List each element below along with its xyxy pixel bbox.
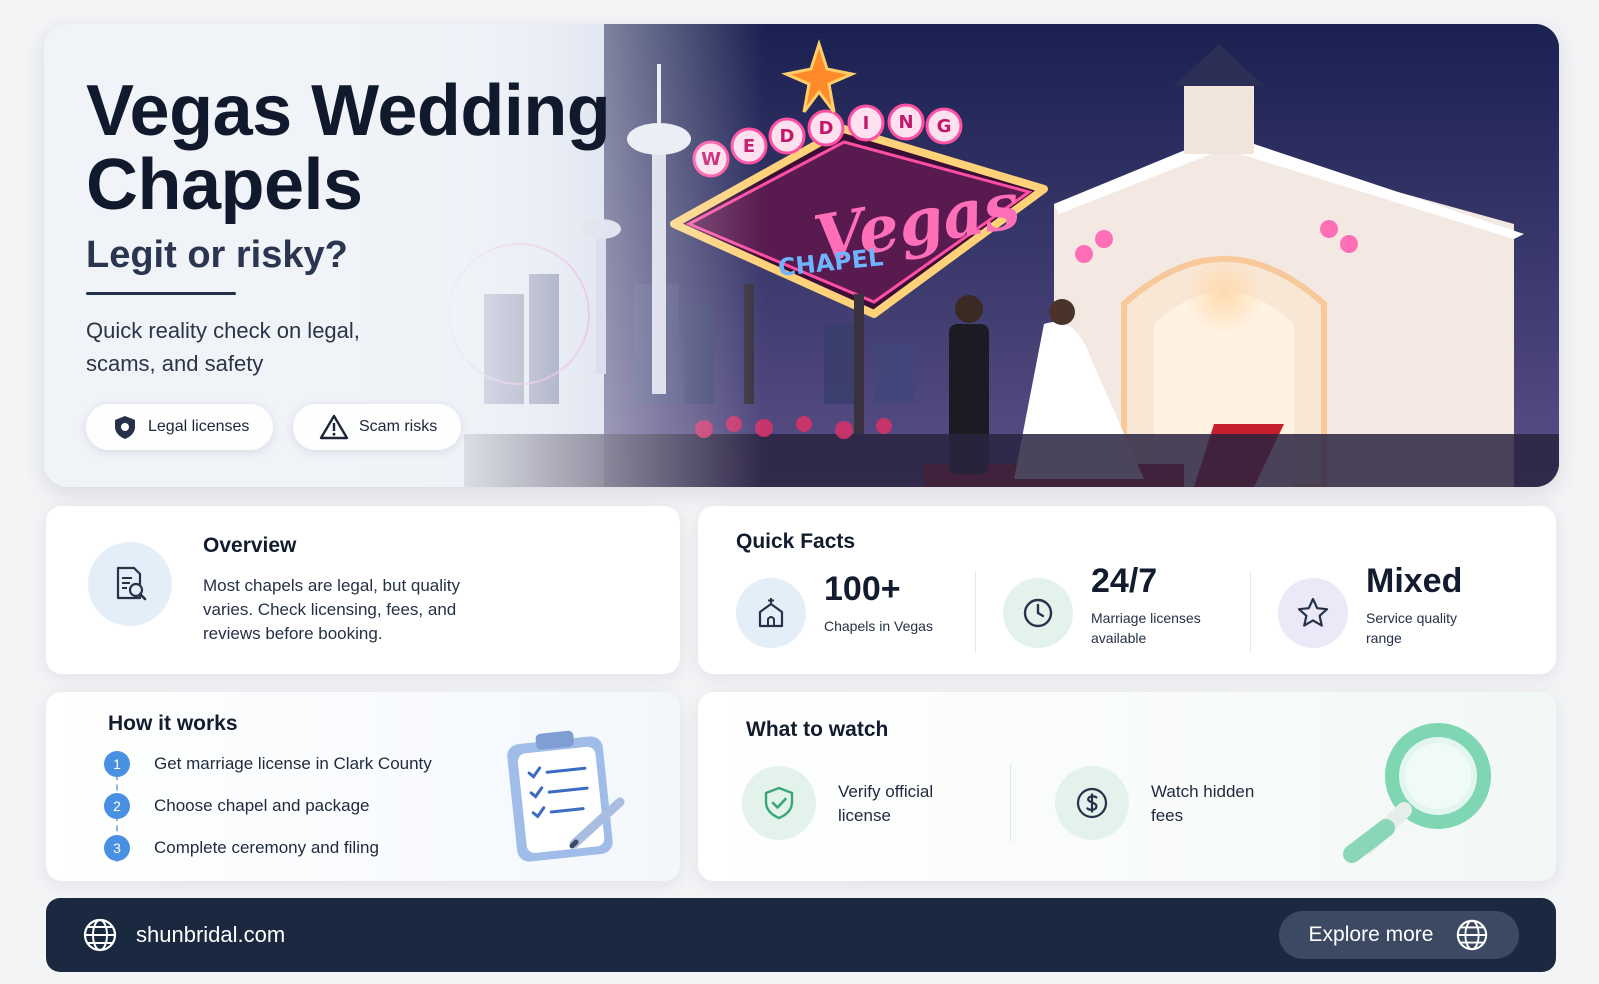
fact-label: Service quality range [1366,610,1458,646]
watch-text: Watch hidden fees [1151,782,1255,825]
step-text: Choose chapel and package [154,796,370,815]
fact-icon-badge [1278,578,1348,648]
dollar-icon [1076,787,1108,819]
fact-value: Mixed [1366,562,1463,600]
watch-icon-badge [1055,766,1129,840]
magnifier-icon [1343,723,1491,863]
watch-item-fees: Watch hidden fees [1055,766,1315,840]
clock-icon [1023,598,1053,628]
watch-text: Verify official license [838,782,934,825]
step-text: Complete ceremony and filing [154,838,379,857]
warning-icon [319,414,349,440]
what-to-watch-card: What to watch Verify official license Wa… [698,692,1556,881]
watch-item-license: Verify official license [742,766,1002,840]
fact-quality: Mixed Service quality range [1278,562,1518,650]
clipboard-checklist-icon [507,730,625,862]
scam-risks-pill[interactable]: Scam risks [293,404,462,450]
svg-text:I: I [863,113,870,134]
fact-label: Chapels in Vegas [824,618,933,634]
globe-icon [1457,919,1488,951]
shield-icon [115,416,135,439]
step-text: Get marriage license in Clark County [154,754,432,773]
hero-banner: Vegas CHAPEL WEDD ING [44,24,1559,487]
step-number: 1 [104,751,130,777]
step-number: 3 [104,835,130,861]
legal-licenses-pill[interactable]: Legal licenses [86,404,274,450]
fact-value: 24/7 [1091,562,1158,600]
watch-icon-badge [742,766,816,840]
quick-facts-card: Quick Facts 100+ Chapels in Vegas 24/7 M… [698,506,1556,674]
page-title: Vegas Wedding Chapels [86,71,611,225]
step-number: 2 [104,793,130,819]
footer-site[interactable]: shunbridal.com [82,898,285,972]
step-item: 1 Get marriage license in Clark County [104,750,432,778]
subtitle-underline [86,292,236,295]
explore-more-button[interactable]: Explore more [1279,911,1519,959]
pill-label: Scam risks [359,418,438,435]
overview-card: Overview Most chapels are legal, but qua… [46,506,680,674]
step-item: 2 Choose chapel and package [104,792,370,820]
fact-licenses: 24/7 Marriage licenses available [1003,562,1243,650]
explore-more-label: Explore more [1308,923,1434,946]
fact-divider [1250,572,1251,652]
watch-divider [1010,764,1011,842]
fact-chapels: 100+ Chapels in Vegas [736,570,966,650]
svg-text:G: G [937,116,952,137]
overview-icon-badge [88,542,172,626]
how-it-works-card: How it works 1 Get marriage license in C… [46,692,680,881]
chapel-icon [758,598,784,628]
footer-site-label: shunbridal.com [136,922,286,947]
quick-facts-title: Quick Facts [736,530,856,553]
page-subtitle: Legit or risky? [86,234,348,276]
document-search-icon [116,566,147,601]
overview-title: Overview [203,534,297,557]
svg-text:N: N [898,112,913,133]
globe-icon [83,918,117,952]
footer-bar: shunbridal.com Explore more [46,898,1556,972]
overview-text: Most chapels are legal, but quality vari… [203,576,461,643]
shield-check-icon [764,786,794,820]
fact-value: 100+ [824,570,901,608]
what-to-watch-title: What to watch [746,718,889,741]
svg-text:D: D [819,118,834,139]
svg-text:D: D [780,126,795,147]
fact-label: Marriage licenses available [1091,610,1201,646]
fact-icon-badge [1003,578,1073,648]
how-it-works-title: How it works [108,712,238,735]
pill-label: Legal licenses [148,418,250,435]
step-item: 3 Complete ceremony and filing [104,834,379,862]
fact-divider [975,572,976,652]
fact-icon-badge [736,578,806,648]
hero-description: Quick reality check on legal, scams, and… [86,318,360,376]
star-icon [1297,597,1329,627]
